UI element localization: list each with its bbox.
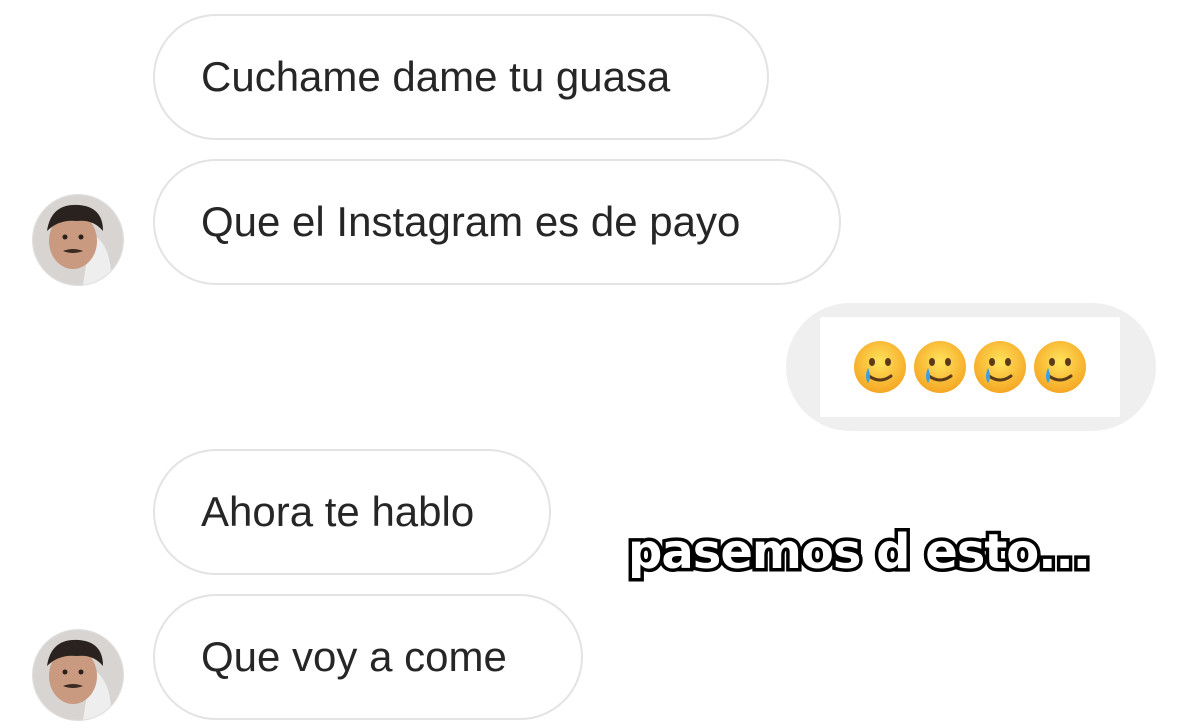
- face-holding-back-tears-icon: [974, 341, 1026, 393]
- message-bubble[interactable]: Ahora te hablo: [153, 449, 551, 575]
- avatar-photo-icon: [33, 630, 123, 720]
- face-holding-back-tears-icon: [854, 341, 906, 393]
- face-holding-back-tears-icon: [1034, 341, 1086, 393]
- message-thread: Cuchame dame tu guasa Que el Instagram e…: [0, 0, 1178, 725]
- overlay-caption: pasemos d esto...: [625, 521, 1095, 584]
- message-bubble[interactable]: Que voy a come: [153, 594, 583, 720]
- message-bubble[interactable]: Que el Instagram es de payo: [153, 159, 841, 285]
- message-text: Que el Instagram es de payo: [201, 198, 741, 245]
- message-text: Ahora te hablo: [201, 488, 475, 535]
- message-bubble[interactable]: Cuchame dame tu guasa: [153, 14, 769, 140]
- avatar-photo-icon: [33, 195, 123, 285]
- message-text: Cuchame dame tu guasa: [201, 53, 671, 100]
- sender-avatar[interactable]: [33, 195, 123, 285]
- sent-emoji-row: [820, 317, 1120, 417]
- sent-message-bubble[interactable]: [786, 303, 1156, 431]
- sender-avatar[interactable]: [33, 630, 123, 720]
- face-holding-back-tears-icon: [914, 341, 966, 393]
- message-text: Que voy a come: [201, 633, 507, 680]
